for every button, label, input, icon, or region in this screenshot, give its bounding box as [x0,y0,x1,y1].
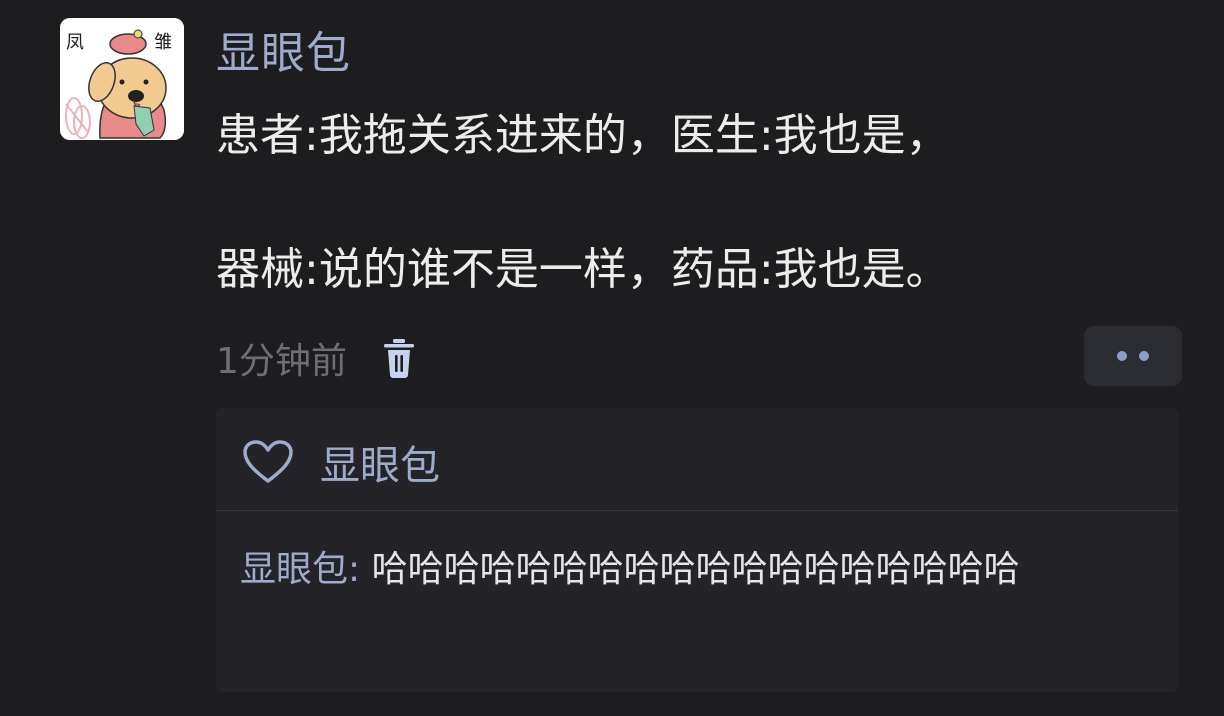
post-username[interactable]: 显眼包 [216,26,351,82]
avatar-right-char: 雏 [154,32,172,53]
trash-icon[interactable] [381,336,417,380]
reply-item[interactable]: 显眼包: 哈哈哈哈哈哈哈哈哈哈哈哈哈哈哈哈哈哈 [240,542,1180,598]
avatar-image: 凤 雏 [60,18,184,140]
reply-content: 哈哈哈哈哈哈哈哈哈哈哈哈哈哈哈哈哈哈 [371,549,1020,590]
reply-separator: : [348,549,372,590]
more-button[interactable] [1084,326,1182,386]
liker-name[interactable]: 显眼包 [320,433,440,491]
post-time: 1分钟前 [216,341,347,382]
post-meta: 1分钟前 [216,332,417,384]
post-text-line-1: 患者:我拖关系进来的，医生:我也是， [216,110,950,161]
divider [216,510,1178,511]
avatar[interactable]: 凤 雏 [60,18,184,140]
reply-username[interactable]: 显眼包 [240,549,348,590]
more-dots-icon [1139,351,1149,361]
more-dots-icon [1117,351,1127,361]
likes-row: 显眼包 [242,430,440,494]
heart-icon[interactable] [242,439,294,485]
avatar-left-char: 凤 [66,32,84,53]
post-text-line-2: 器械:说的谁不是一样，药品:我也是。 [216,244,950,295]
reply-panel: 显眼包 显眼包: 哈哈哈哈哈哈哈哈哈哈哈哈哈哈哈哈哈哈 [216,408,1178,692]
